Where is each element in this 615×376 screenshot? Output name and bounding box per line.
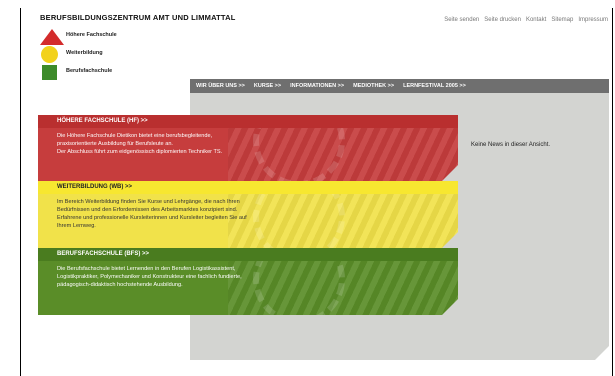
nav-item-about[interactable]: WIR ÜBER UNS >> <box>196 83 245 89</box>
triangle-icon <box>40 29 64 45</box>
circle-icon <box>41 46 58 63</box>
logo-label-hf[interactable]: Höhere Fachschule <box>66 32 117 38</box>
block-bfs-title[interactable]: BERUFSFACHSCHULE (BFS) >> <box>38 248 458 261</box>
logo-label-bfs[interactable]: Berufsfachschule <box>66 68 112 74</box>
nav-item-mediothek[interactable]: MEDIOTHEK >> <box>353 83 394 89</box>
sitemap-link[interactable]: Sitemap <box>551 17 573 23</box>
send-page-link[interactable]: Seite senden <box>444 17 479 23</box>
contact-link[interactable]: Kontakt <box>526 17 546 23</box>
square-icon <box>42 65 57 80</box>
block-wb: WEITERBILDUNG (WB) >> Im Bereich Weiterb… <box>38 181 458 248</box>
block-bfs-text: Die Berufsfachschule bietet Lernenden in… <box>57 266 242 288</box>
logo-label-wb[interactable]: Weiterbildung <box>66 50 103 56</box>
top-links: Seite senden Seite drucken Kontakt Sitem… <box>444 17 608 23</box>
nav-item-lernfestival[interactable]: LERNFESTIVAL 2005 >> <box>403 83 466 89</box>
news-text: Keine News in dieser Ansicht. <box>471 142 551 148</box>
block-wb-text: Im Bereich Weiterbildung finden Sie Kurs… <box>57 199 247 229</box>
logo[interactable] <box>38 29 66 81</box>
print-page-link[interactable]: Seite drucken <box>484 17 521 23</box>
impressum-link[interactable]: Impressum <box>578 17 608 23</box>
block-wb-title[interactable]: WEITERBILDUNG (WB) >> <box>38 181 458 194</box>
block-hf: HÖHERE FACHSCHULE (HF) >> Die Höhere Fac… <box>38 115 458 181</box>
nav-item-courses[interactable]: KURSE >> <box>254 83 281 89</box>
main-nav: WIR ÜBER UNS >> KURSE >> INFORMATIONEN >… <box>190 79 609 93</box>
block-hf-title[interactable]: HÖHERE FACHSCHULE (HF) >> <box>38 115 458 128</box>
block-hf-text: Die Höhere Fachschule Dietikon bietet ei… <box>57 133 223 155</box>
nav-item-info[interactable]: INFORMATIONEN >> <box>290 83 344 89</box>
org-title: BERUFSBILDUNGSZENTRUM AMT UND LIMMATTAL <box>40 13 236 22</box>
block-bfs: BERUFSFACHSCHULE (BFS) >> Die Berufsfach… <box>38 248 458 315</box>
